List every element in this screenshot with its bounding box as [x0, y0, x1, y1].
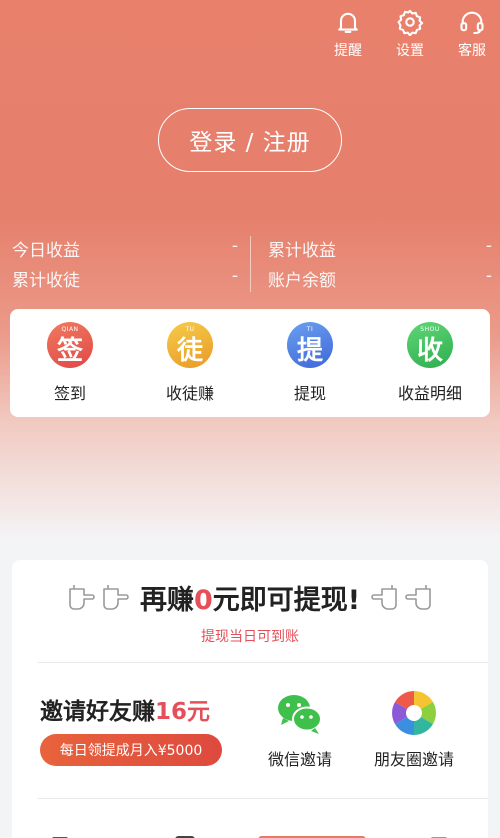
remind-button[interactable]: 提醒	[328, 8, 368, 60]
headset-icon	[460, 11, 484, 35]
stat-divider	[250, 236, 251, 292]
customer-service-button[interactable]: 客服	[452, 8, 492, 60]
pointing-hand-right-icon	[371, 584, 397, 610]
invite-panel: 再赚0元即可提现! 提现当日可到账 邀请好友赚16元 每日领提成月入¥5000 …	[12, 560, 488, 838]
promo-subtitle: 提现当日可到账	[201, 629, 299, 645]
pointing-hand-left-icon	[69, 584, 95, 610]
divider	[38, 662, 488, 663]
pointing-hand-left-icon	[103, 584, 129, 610]
stat-today-earnings: 今日收益 -	[12, 236, 238, 261]
invite-badge: 每日领提成月入¥5000	[40, 734, 222, 766]
stat-balance: 账户余额 -	[268, 266, 492, 291]
moments-invite-button[interactable]: 朋友圈邀请	[374, 686, 454, 770]
stat-total-earnings: 累计收益 -	[268, 236, 492, 261]
header-actions: 提醒 设置 客服	[328, 8, 492, 60]
quick-earnings-detail[interactable]: SHOU 收 收益明细	[380, 322, 480, 404]
divider	[38, 798, 488, 799]
withdraw-icon: TI 提	[287, 322, 333, 368]
checkin-icon: QIAN 签	[47, 322, 93, 368]
invite-title: 邀请好友赚16元	[40, 699, 211, 725]
quick-actions-card: QIAN 签 签到 TU 徒 收徒赚 TI 提 提现 SHOU 收 收益明细	[10, 309, 490, 417]
moments-icon	[392, 691, 436, 735]
bottom-tab-bar	[0, 828, 500, 838]
stat-total-apprentices: 累计收徒 -	[12, 266, 238, 291]
login-register-button[interactable]: 登录 / 注册	[158, 108, 342, 172]
quick-recruit[interactable]: TU 徒 收徒赚	[140, 322, 240, 404]
promo-title: 再赚0元即可提现!	[139, 585, 361, 616]
quick-checkin[interactable]: QIAN 签 签到	[20, 322, 120, 404]
settings-button[interactable]: 设置	[390, 8, 430, 60]
recruit-icon: TU 徒	[167, 322, 213, 368]
bell-icon	[338, 12, 358, 33]
pointing-hand-right-icon	[405, 584, 431, 610]
wechat-icon	[278, 695, 322, 734]
quick-withdraw[interactable]: TI 提 提现	[260, 322, 360, 404]
earnings-detail-icon: SHOU 收	[407, 322, 453, 368]
promo-banner: 再赚0元即可提现!	[12, 578, 488, 617]
earnings-stats: 今日收益 - 累计收徒 - 累计收益 - 账户余额 -	[0, 232, 500, 294]
gear-icon	[397, 9, 424, 36]
wechat-invite-button[interactable]: 微信邀请	[268, 686, 332, 770]
